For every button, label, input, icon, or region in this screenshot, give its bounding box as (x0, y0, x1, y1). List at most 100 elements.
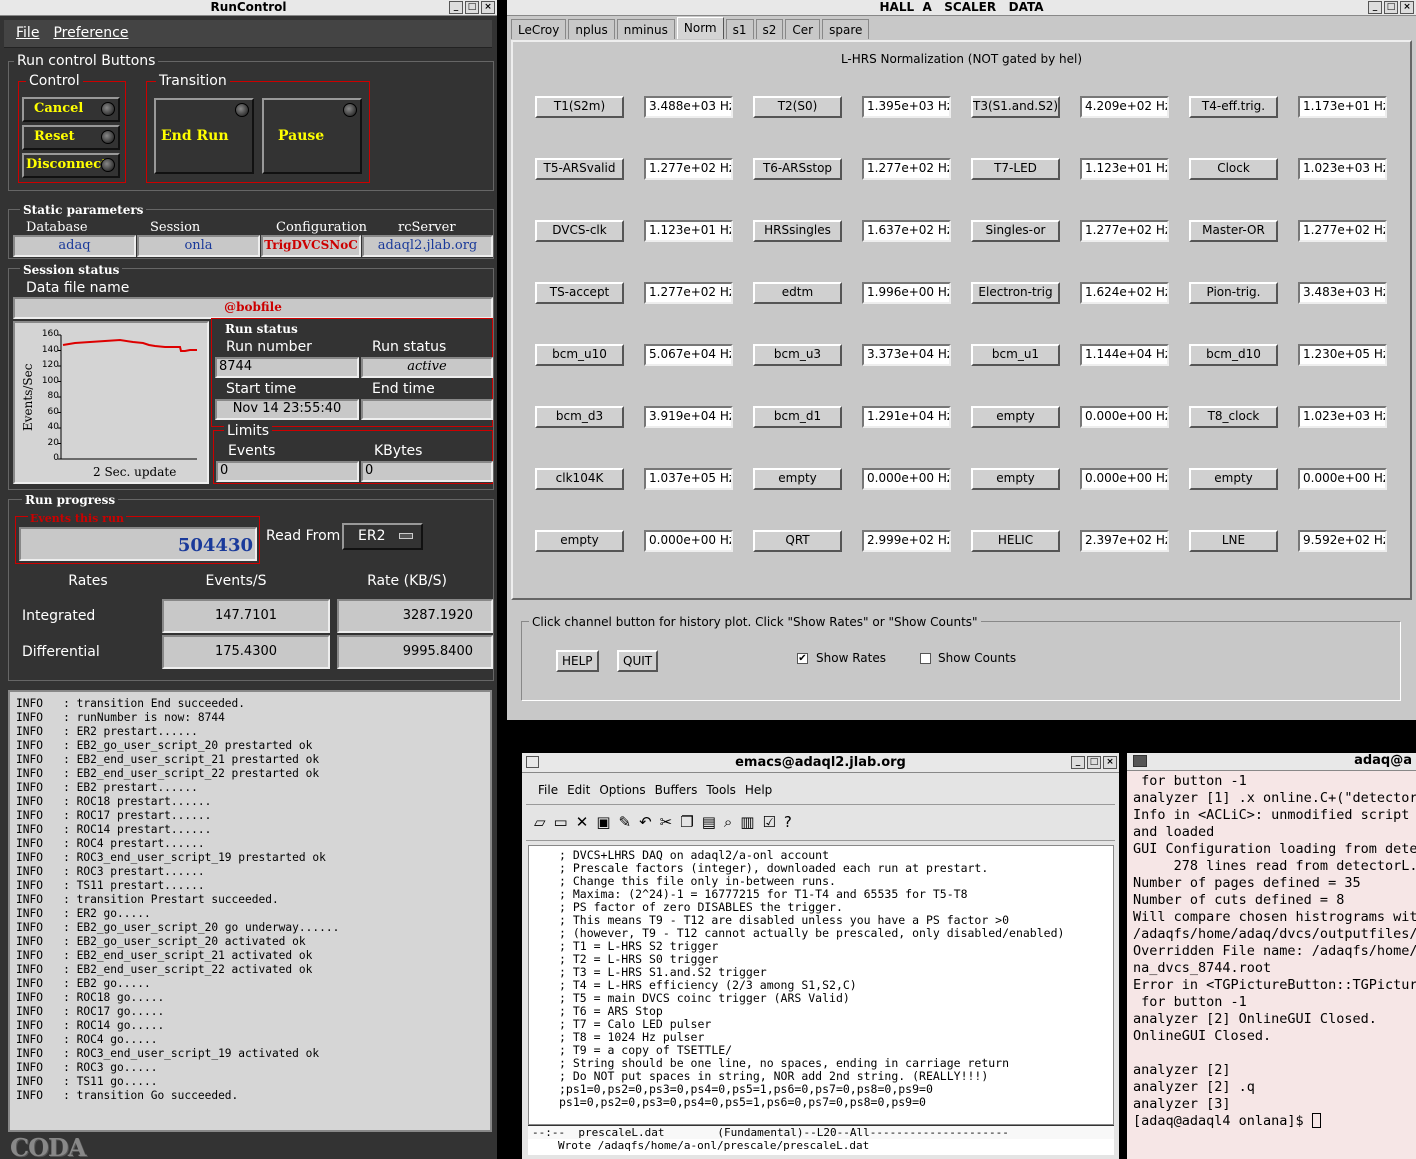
channel-button[interactable]: T5-ARSvalid (535, 158, 624, 180)
channel-button[interactable]: T6-ARSstop (753, 158, 842, 180)
channel-button[interactable]: T7-LED (971, 158, 1060, 180)
runcontrol-titlebar[interactable]: RunControl _ □ × (0, 0, 497, 16)
pause-button[interactable]: Pause (262, 98, 362, 174)
save-icon[interactable]: ▣ (596, 813, 610, 834)
minimize-icon[interactable]: _ (1368, 1, 1382, 14)
channel-button[interactable]: bcm_d3 (535, 406, 624, 428)
terminal-titlebar[interactable]: adaq@a (1127, 753, 1416, 771)
channel-button[interactable]: empty (1189, 468, 1278, 490)
menu-file[interactable]: File (16, 25, 39, 42)
maximize-icon[interactable]: □ (465, 1, 479, 14)
cancel-button[interactable]: Cancel (22, 97, 120, 122)
close-icon[interactable]: × (481, 1, 495, 14)
channel-button[interactable]: empty (971, 468, 1060, 490)
new-file-icon[interactable]: ▱ (534, 813, 546, 834)
channel-button[interactable]: Electron-trig (971, 282, 1060, 304)
tab-lecroy[interactable]: LeCroy (511, 19, 567, 39)
start-time-label: Start time (226, 381, 297, 397)
disconnect-button[interactable]: Disconnect (22, 153, 120, 178)
reset-button[interactable]: Reset (22, 125, 120, 150)
close-buffer-icon[interactable]: ✕ (576, 813, 589, 834)
minimize-icon[interactable]: _ (449, 1, 463, 14)
channel-button[interactable]: T3(S1.and.S2) (971, 96, 1060, 118)
undo-icon[interactable]: ↶ (639, 813, 652, 834)
emacs-menu-edit[interactable]: Edit (567, 783, 590, 797)
minimize-icon[interactable]: _ (1071, 756, 1085, 769)
channel-button[interactable]: TS-accept (535, 282, 624, 304)
emacs-menu-file[interactable]: File (538, 783, 558, 797)
tab-s1[interactable]: s1 (725, 19, 754, 39)
close-icon[interactable]: × (1400, 1, 1414, 14)
maximize-icon[interactable]: □ (1087, 756, 1101, 769)
emacs-menu-options[interactable]: Options (599, 783, 645, 797)
menu-preference[interactable]: Preference (53, 25, 128, 42)
window-menu-icon[interactable] (526, 756, 539, 768)
read-from-select[interactable]: ER2 (342, 523, 423, 550)
search-icon[interactable]: ⌕ (724, 813, 732, 834)
print-icon[interactable]: ▥ (740, 813, 754, 834)
channel-button[interactable]: clk104K (535, 468, 624, 490)
channel-button[interactable]: Master-OR (1189, 220, 1278, 242)
emacs-minibuffer[interactable]: Wrote /adaqfs/home/a-onl/prescale/presca… (528, 1139, 1114, 1155)
cut-icon[interactable]: ✂ (660, 813, 673, 834)
channel-button[interactable]: bcm_d10 (1189, 344, 1278, 366)
tab-spare[interactable]: spare (822, 19, 870, 39)
emacs-titlebar[interactable]: emacs@adaql2.jlab.org _ □ × (522, 753, 1119, 773)
tab-norm[interactable]: Norm (676, 17, 724, 39)
channel-value: 5.067e+04 Hz (644, 344, 733, 366)
channel-button[interactable]: empty (535, 530, 624, 552)
channel-value: 1.395e+03 Hz (862, 96, 951, 118)
save-as-icon[interactable]: ✎ (619, 813, 632, 834)
help-button[interactable]: HELP (556, 650, 599, 672)
close-icon[interactable]: × (1103, 756, 1117, 769)
terminal-output[interactable]: for button -1 analyzer [1] .x online.C+(… (1133, 773, 1416, 1159)
check-icon: ✔ (798, 653, 807, 664)
tab-cer[interactable]: Cer (785, 19, 821, 39)
emacs-buffer[interactable]: ; DVCS+LHRS DAQ on adaql2/a-onl account … (528, 845, 1114, 1125)
channel-button[interactable]: bcm_d1 (753, 406, 842, 428)
maximize-icon[interactable]: □ (1384, 1, 1398, 14)
channel-button[interactable]: HRSsingles (753, 220, 842, 242)
show-counts-checkbox[interactable] (920, 653, 931, 664)
runcontrol-log: INFO : transition End succeeded. INFO : … (8, 690, 492, 1132)
show-rates-checkbox[interactable]: ✔ (797, 653, 808, 664)
reset-label: Reset (34, 129, 75, 144)
channel-button[interactable]: DVCS-clk (535, 220, 624, 242)
channel-button[interactable]: T8_clock (1189, 406, 1278, 428)
tab-nplus[interactable]: nplus (568, 19, 615, 39)
scaler-titlebar[interactable]: HALL A SCALER DATA _ □ × (507, 0, 1416, 16)
channel-button[interactable]: HELIC (971, 530, 1060, 552)
channel-button[interactable]: QRT (753, 530, 842, 552)
end-run-button[interactable]: End Run (154, 98, 254, 174)
preferences-icon[interactable]: ☑ (762, 813, 775, 834)
emacs-menu-buffers[interactable]: Buffers (655, 783, 698, 797)
channel-button[interactable]: bcm_u1 (971, 344, 1060, 366)
channel-button[interactable]: T1(S2m) (535, 96, 624, 118)
help-icon[interactable]: ? (784, 813, 792, 834)
channel-button[interactable]: empty (753, 468, 842, 490)
paste-icon[interactable]: ▤ (702, 813, 716, 834)
terminal-icon[interactable] (1133, 755, 1147, 767)
run-progress-label: Run progress (22, 493, 119, 507)
copy-icon[interactable]: ❐ (680, 813, 693, 834)
channel-button[interactable]: T2(S0) (753, 96, 842, 118)
channel-value: 1.277e+02 Hz (644, 158, 733, 180)
channel-button[interactable]: edtm (753, 282, 842, 304)
channel-button[interactable]: Singles-or (971, 220, 1060, 242)
channel-value: 1.023e+03 Hz (1298, 158, 1387, 180)
events-limit-input[interactable]: 0 (216, 461, 359, 482)
tab-s2[interactable]: s2 (755, 19, 784, 39)
channel-button[interactable]: T4-eff.trig. (1189, 96, 1278, 118)
channel-button[interactable]: empty (971, 406, 1060, 428)
channel-button[interactable]: Clock (1189, 158, 1278, 180)
kbytes-limit-input[interactable]: 0 (361, 461, 493, 482)
emacs-menu-help[interactable]: Help (745, 783, 772, 797)
open-folder-icon[interactable]: ▭ (554, 813, 568, 834)
channel-button[interactable]: LNE (1189, 530, 1278, 552)
quit-button[interactable]: QUIT (617, 650, 659, 672)
channel-button[interactable]: Pion-trig. (1189, 282, 1278, 304)
tab-nminus[interactable]: nminus (616, 19, 675, 39)
emacs-menu-tools[interactable]: Tools (706, 783, 736, 797)
channel-button[interactable]: bcm_u3 (753, 344, 842, 366)
channel-button[interactable]: bcm_u10 (535, 344, 624, 366)
